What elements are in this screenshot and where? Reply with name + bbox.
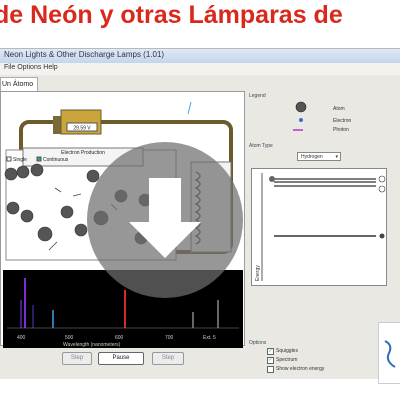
legend-atom-label: Atom — [333, 106, 345, 112]
playback-controls: Step Pause Step — [0, 346, 245, 370]
single-label: Single — [13, 157, 27, 163]
step-forward-button[interactable]: Step — [152, 352, 184, 365]
energy-level-diagram: Energy — [251, 168, 387, 286]
battery-terminal-left — [53, 116, 61, 134]
menu-items[interactable]: File Options Help — [4, 64, 58, 71]
continuous-label: Continuous — [43, 157, 69, 163]
legend-photon-label: Photon — [333, 127, 349, 133]
electron-energy-label: Show electron energy — [276, 366, 325, 372]
banner-title: de Neón y otras Lámparas de — [0, 1, 343, 29]
atom — [37, 226, 53, 242]
legend-electron-label: Electron — [333, 118, 352, 124]
atom-type-label: Atom Type — [249, 143, 273, 149]
video-download-overlay[interactable] — [85, 140, 245, 300]
atom — [30, 163, 44, 177]
spectrum-tick: 400 — [17, 335, 26, 341]
energy-levels — [261, 173, 386, 281]
pause-button[interactable]: Pause — [98, 352, 144, 365]
ground-state-electron-icon — [379, 233, 385, 239]
legend-label: Legend — [249, 93, 266, 99]
atom-type-select[interactable]: Hydrogen ▾ — [297, 152, 341, 161]
squiggles-checkbox[interactable]: ✓ — [267, 348, 274, 355]
menu-bar[interactable]: File Options Help — [0, 63, 400, 75]
step-back-button[interactable]: Step — [62, 352, 92, 365]
spectrum-tick: 700 — [165, 335, 174, 341]
atom-type-value: Hydrogen — [301, 154, 323, 160]
atom — [6, 201, 20, 215]
tab-one-atom[interactable]: Un Átomo — [0, 77, 38, 91]
electron-energy-checkbox[interactable] — [267, 366, 274, 373]
level-marker-icon — [378, 175, 386, 183]
video-title-banner: de Neón y otras Lámparas de — [0, 0, 400, 42]
window-titlebar: Neon Lights & Other Discharge Lamps (1.0… — [0, 49, 400, 63]
logo-mark — [384, 340, 396, 368]
phet-logo — [378, 322, 400, 384]
window-title: Neon Lights & Other Discharge Lamps (1.0… — [4, 50, 165, 59]
logo-graphic — [384, 340, 396, 368]
spectrum-checkbox[interactable]: ✓ — [267, 357, 274, 364]
electron-legend-icon — [299, 118, 303, 122]
atom — [4, 167, 18, 181]
cursor-photon — [187, 101, 192, 115]
level-handle[interactable] — [269, 176, 275, 182]
atom-legend-icon — [295, 101, 307, 113]
continuous-radio[interactable] — [36, 156, 42, 162]
spectrum-label: Spectrum — [276, 357, 298, 363]
spectrum-tick: 500 — [65, 335, 74, 341]
atom — [16, 165, 30, 179]
squiggles-label: Squiggles — [276, 348, 298, 354]
spectrum-tick: 600 — [115, 335, 124, 341]
spectrum-tick: Ext. 5 — [203, 335, 216, 341]
single-radio[interactable] — [6, 156, 12, 162]
legend-icons — [293, 101, 307, 131]
chevron-down-icon: ▾ — [335, 154, 338, 160]
atom — [20, 209, 34, 223]
level-marker-icon — [378, 185, 386, 193]
atom — [60, 205, 74, 219]
options-label: Options — [249, 340, 267, 346]
battery-value: 29.59 V — [73, 126, 91, 132]
